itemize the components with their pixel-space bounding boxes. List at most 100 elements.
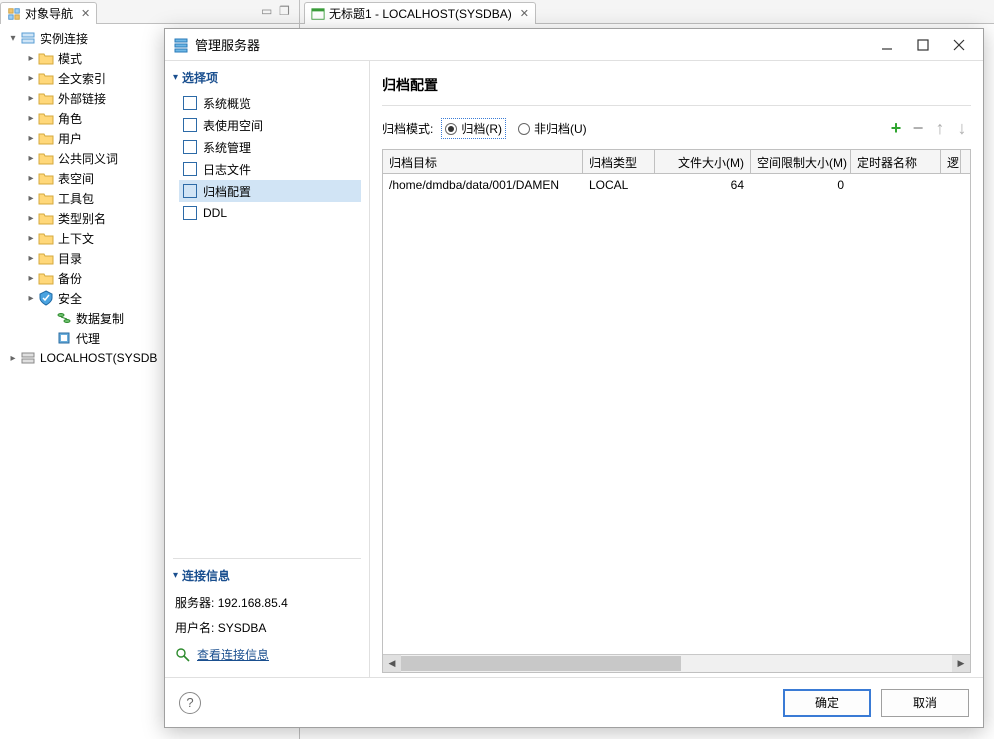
tree-label: 代理: [76, 330, 100, 347]
page-title: 归档配置: [382, 73, 971, 106]
expand-icon[interactable]: ▸: [24, 253, 38, 264]
collapse-icon[interactable]: ▾: [6, 33, 20, 44]
tree-label: LOCALHOST(SYSDB: [40, 351, 157, 365]
option-item[interactable]: 日志文件: [179, 158, 361, 180]
scroll-right-icon[interactable]: ▶: [952, 655, 970, 672]
expand-icon[interactable]: ▸: [24, 293, 38, 304]
magnifier-icon: [175, 647, 191, 663]
option-item[interactable]: DDL: [179, 202, 361, 224]
option-label: 日志文件: [203, 161, 251, 178]
page-icon: [183, 184, 197, 198]
expand-icon[interactable]: ▸: [6, 353, 20, 364]
radio-noarchive[interactable]: 非归档(U): [514, 118, 591, 139]
dialog-footer: ? 确定 取消: [165, 677, 983, 727]
user-line: 用户名: SYSDBA: [173, 615, 361, 640]
tree-label: 用户: [58, 130, 82, 147]
connection-section-head[interactable]: ▾ 连接信息: [173, 567, 361, 584]
move-up-button[interactable]: ↑: [931, 120, 949, 138]
close-button[interactable]: [947, 33, 971, 57]
folder-icon: [38, 250, 54, 266]
option-label: 系统管理: [203, 139, 251, 156]
user-value: SYSDBA: [218, 621, 267, 635]
expand-icon[interactable]: ▸: [24, 153, 38, 164]
tree-label: 目录: [58, 250, 82, 267]
expand-icon[interactable]: ▸: [24, 133, 38, 144]
col-extra[interactable]: 逻: [941, 150, 961, 173]
expand-icon[interactable]: ▸: [24, 173, 38, 184]
maximize-button[interactable]: [911, 33, 935, 57]
user-label: 用户名:: [175, 621, 214, 635]
radio-icon: [445, 123, 457, 135]
option-item[interactable]: 系统概览: [179, 92, 361, 114]
option-item[interactable]: 系统管理: [179, 136, 361, 158]
expand-icon[interactable]: ▸: [24, 93, 38, 104]
tree-label: 外部链接: [58, 90, 106, 107]
tab-object-navigator[interactable]: 对象导航 ✕: [0, 2, 97, 24]
expand-icon[interactable]: ▸: [24, 233, 38, 244]
option-item[interactable]: 归档配置: [179, 180, 361, 202]
radio-label: 非归档(U): [534, 120, 587, 137]
page-icon: [183, 206, 197, 220]
expand-icon[interactable]: ▸: [24, 113, 38, 124]
col-target[interactable]: 归档目标: [383, 150, 583, 173]
minimize-icon[interactable]: ▭: [261, 4, 277, 20]
close-icon[interactable]: ✕: [81, 7, 90, 20]
table-row[interactable]: /home/dmdba/data/001/DAMENLOCAL640: [383, 174, 970, 198]
server-icon: [173, 37, 189, 53]
help-button[interactable]: ?: [179, 692, 201, 714]
ok-button[interactable]: 确定: [783, 689, 871, 717]
page-icon: [183, 118, 197, 132]
expand-icon[interactable]: ▸: [24, 53, 38, 64]
scroll-thumb[interactable]: [401, 656, 681, 671]
cell-timer[interactable]: [851, 174, 941, 198]
col-timer[interactable]: 定时器名称: [851, 150, 941, 173]
tab-label: 对象导航: [25, 5, 73, 22]
radio-label: 归档(R): [461, 120, 502, 137]
minimize-button[interactable]: [875, 33, 899, 57]
radio-archive[interactable]: 归档(R): [441, 118, 506, 139]
cancel-button[interactable]: 取消: [881, 689, 969, 717]
options-section-head[interactable]: ▾ 选择项: [173, 69, 361, 86]
page-icon: [183, 96, 197, 110]
restore-icon[interactable]: ❐: [279, 4, 295, 20]
col-spacelimit[interactable]: 空间限制大小(M): [751, 150, 851, 173]
server-icon: [20, 350, 36, 366]
horizontal-scrollbar[interactable]: ◀ ▶: [383, 654, 970, 672]
table-body[interactable]: /home/dmdba/data/001/DAMENLOCAL640: [383, 174, 970, 654]
link-text[interactable]: 查看连接信息: [197, 646, 269, 663]
cell-filesize[interactable]: 64: [655, 174, 751, 198]
archive-table[interactable]: 归档目标 归档类型 文件大小(M) 空间限制大小(M) 定时器名称 逻 /hom…: [382, 149, 971, 673]
cell-type[interactable]: LOCAL: [583, 174, 655, 198]
dialog-main: 归档配置 归档模式: 归档(R) 非归档(U) + − ↑ ↓: [370, 61, 983, 677]
server-value: 192.168.85.4: [218, 596, 288, 610]
option-item[interactable]: 表使用空间: [179, 114, 361, 136]
agent-icon: [56, 330, 72, 346]
scroll-track[interactable]: [401, 655, 952, 672]
tree-label: 表空间: [58, 170, 94, 187]
delete-button[interactable]: −: [909, 120, 927, 138]
move-down-button[interactable]: ↓: [953, 120, 971, 138]
dialog-titlebar[interactable]: 管理服务器: [165, 29, 983, 61]
add-button[interactable]: +: [887, 120, 905, 138]
server-label: 服务器:: [175, 596, 214, 610]
tab-sql-editor[interactable]: 无标题1 - LOCALHOST(SYSDBA) ✕: [304, 2, 536, 24]
col-filesize[interactable]: 文件大小(M): [655, 150, 751, 173]
close-icon[interactable]: ✕: [520, 7, 529, 20]
tree-label: 角色: [58, 110, 82, 127]
view-connection-link[interactable]: 查看连接信息: [173, 640, 361, 669]
tree-label: 实例连接: [40, 30, 88, 47]
expand-icon[interactable]: ▸: [24, 193, 38, 204]
expand-icon[interactable]: ▸: [24, 213, 38, 224]
col-type[interactable]: 归档类型: [583, 150, 655, 173]
folder-icon: [38, 130, 54, 146]
cell-spacelimit[interactable]: 0: [751, 174, 851, 198]
navigator-icon: [7, 7, 21, 21]
folder-icon: [38, 90, 54, 106]
cell-extra[interactable]: [941, 174, 961, 198]
section-title: 连接信息: [182, 567, 230, 584]
server-line: 服务器: 192.168.85.4: [173, 590, 361, 615]
scroll-left-icon[interactable]: ◀: [383, 655, 401, 672]
cell-target[interactable]: /home/dmdba/data/001/DAMEN: [383, 174, 583, 198]
expand-icon[interactable]: ▸: [24, 73, 38, 84]
expand-icon[interactable]: ▸: [24, 273, 38, 284]
